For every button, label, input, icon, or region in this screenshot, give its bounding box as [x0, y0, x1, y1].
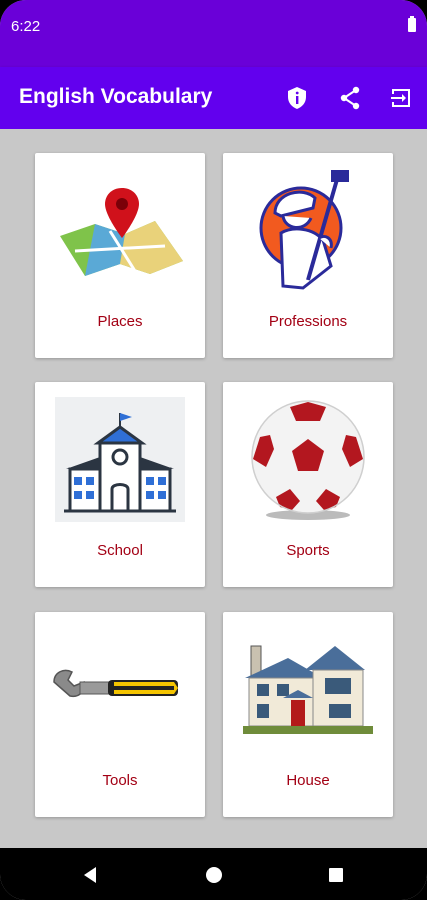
category-label: House	[286, 772, 330, 789]
category-label: Places	[97, 313, 143, 330]
exit-icon[interactable]	[387, 84, 415, 112]
category-label: School	[97, 542, 143, 559]
category-card-house[interactable]: House	[223, 612, 393, 817]
worker-icon	[238, 168, 378, 293]
home-icon[interactable]	[203, 864, 225, 886]
category-card-sports[interactable]: Sports	[223, 382, 393, 587]
category-label: Tools	[102, 772, 138, 789]
share-icon[interactable]	[336, 84, 364, 112]
status-bar: 6:22	[0, 0, 427, 67]
back-icon[interactable]	[79, 864, 101, 886]
category-card-tools[interactable]: Tools	[35, 612, 205, 817]
category-card-school[interactable]: School	[35, 382, 205, 587]
recents-icon[interactable]	[325, 864, 347, 886]
category-label: Sports	[286, 542, 330, 559]
info-shield-icon[interactable]	[283, 84, 311, 112]
soccer-ball-icon	[238, 397, 378, 522]
category-label: Professions	[268, 313, 348, 330]
status-time: 6:22	[11, 18, 41, 35]
battery-icon	[408, 16, 416, 32]
school-building-icon	[55, 397, 185, 522]
app-screen: 6:22 English Vocabulary Places Professio…	[0, 0, 427, 900]
map-pin-icon	[50, 168, 190, 293]
category-card-professions[interactable]: Professions	[223, 153, 393, 358]
category-grid: Places Professions School Sports Tools H…	[0, 129, 427, 848]
wrench-icon	[50, 627, 190, 752]
category-card-places[interactable]: Places	[35, 153, 205, 358]
app-bar: English Vocabulary	[0, 67, 427, 129]
house-icon	[238, 627, 378, 752]
navigation-bar	[0, 848, 427, 900]
app-title: English Vocabulary	[19, 85, 213, 108]
